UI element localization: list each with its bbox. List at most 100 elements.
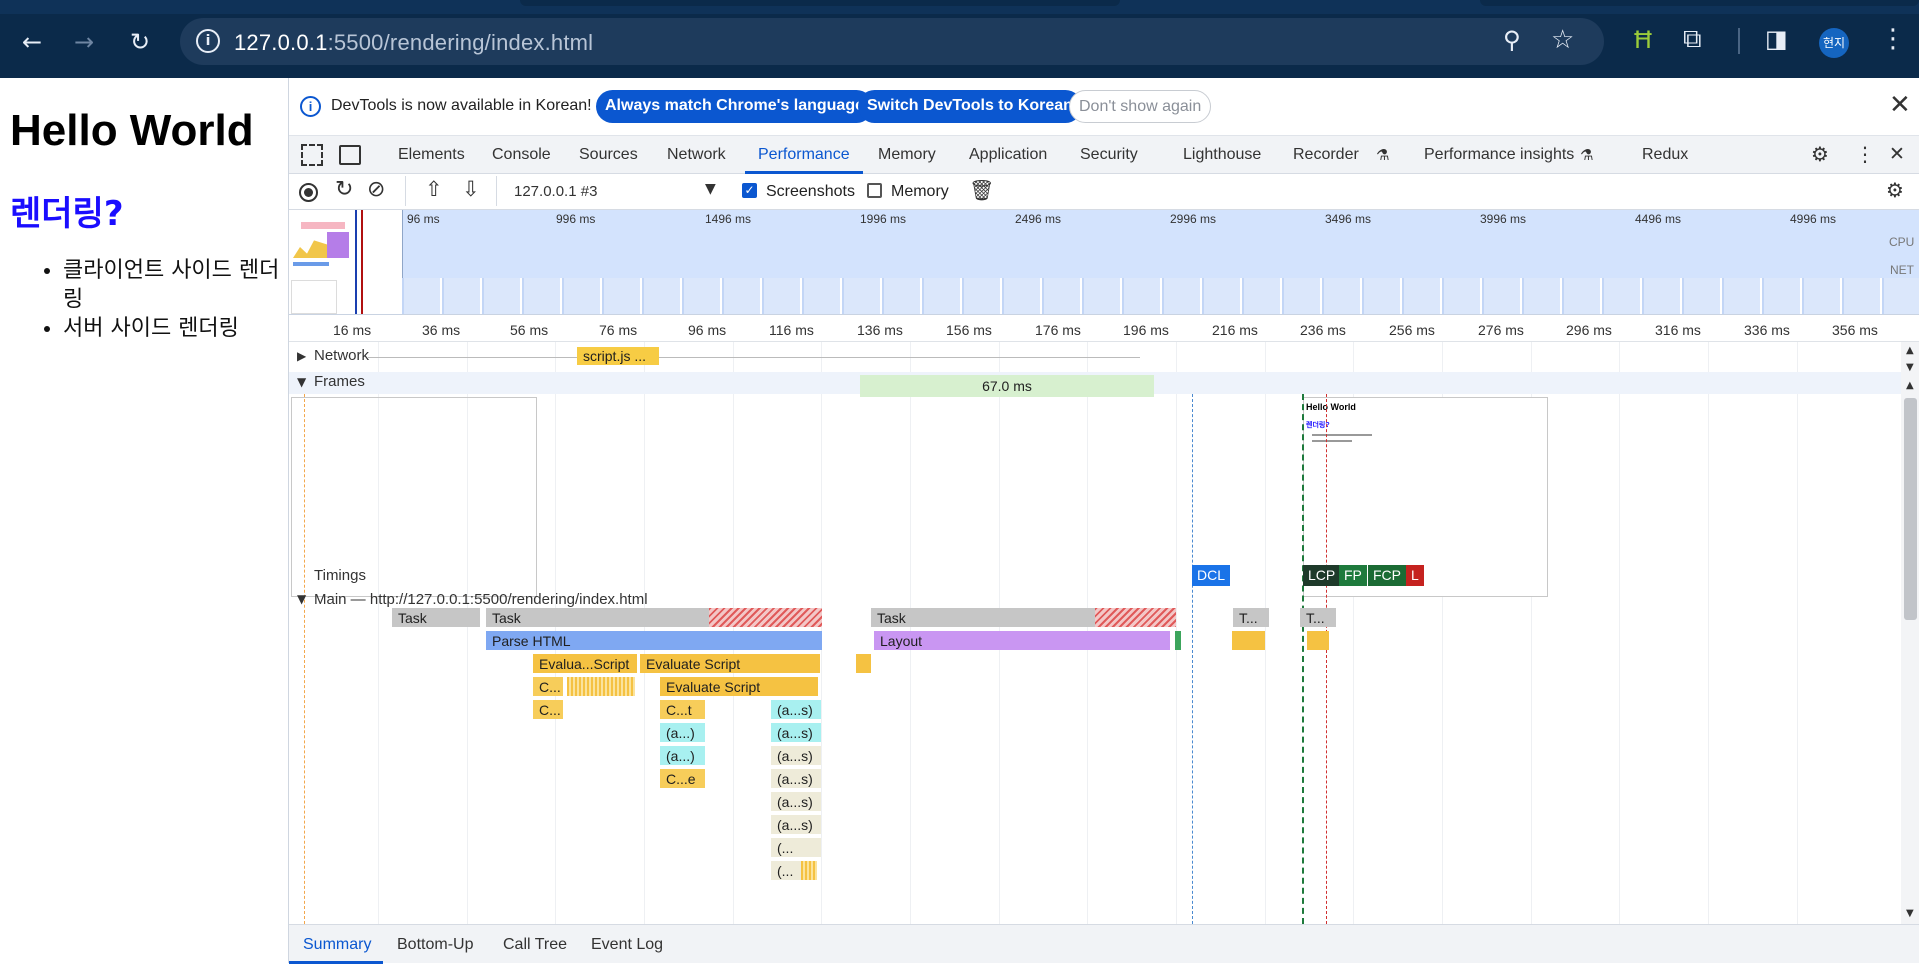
flame-anonymous[interactable]: (a...) [660, 723, 705, 742]
tab-lighthouse[interactable]: Lighthouse [1183, 146, 1261, 164]
flame-anonymous[interactable]: (a...s) [771, 792, 821, 811]
flame-script-small[interactable] [1232, 631, 1265, 650]
flame-anonymous[interactable]: (a...s) [771, 700, 821, 719]
memory-checkbox[interactable] [867, 183, 882, 198]
frames-collapse-icon[interactable]: ▼ [297, 375, 306, 389]
save-profile-icon[interactable]: ⇩ [462, 177, 480, 201]
recording-select[interactable]: 127.0.0.1 #3 [514, 183, 597, 200]
main-track-label[interactable]: Main — http://127.0.0.1:5500/rendering/i… [314, 591, 648, 608]
tab-summary[interactable]: Summary [303, 936, 371, 954]
side-panel-icon[interactable]: ◨ [1765, 25, 1788, 53]
record-icon[interactable] [299, 183, 318, 202]
scroll-up-icon[interactable]: ▲ [1906, 380, 1914, 391]
menu-kebab-icon[interactable]: ⋮ [1880, 24, 1906, 54]
tab-recorder[interactable]: Recorder [1293, 146, 1359, 164]
overview-tick: 4996 ms [1790, 212, 1837, 226]
flame-evaluate-script[interactable]: Evaluate Script [640, 654, 820, 673]
scroll-down-icon[interactable]: ▼ [1906, 362, 1914, 373]
flame-anonymous[interactable]: (a...s) [771, 769, 821, 788]
load-profile-icon[interactable]: ⇧ [425, 177, 443, 201]
extensions-puzzle-icon[interactable]: ⧉ [1683, 24, 1702, 55]
settings-gear-icon[interactable]: ⚙ [1811, 142, 1829, 166]
screenshots-checkbox[interactable]: ✓ [742, 183, 757, 198]
flame-anonymous[interactable]: (a...s) [771, 815, 821, 834]
tab-memory[interactable]: Memory [878, 146, 936, 164]
timeline-overview[interactable]: 96 ms 996 ms 1496 ms 1996 ms 2496 ms 299… [291, 210, 1919, 314]
flame-function-call[interactable]: C...e [660, 769, 705, 788]
tab-call-tree[interactable]: Call Tree [503, 936, 567, 954]
timing-fp[interactable]: FP [1339, 565, 1367, 586]
site-info-icon[interactable]: i [196, 29, 220, 53]
flame-function-call[interactable]: C... [533, 677, 563, 696]
scroll-up-icon[interactable]: ▲ [1906, 345, 1914, 356]
flame-task[interactable]: T... [1300, 608, 1336, 627]
chevron-down-icon[interactable]: ▼ [705, 181, 716, 197]
timing-load[interactable]: L [1406, 565, 1424, 586]
tab-performance-insights[interactable]: Performance insights [1424, 146, 1574, 164]
profile-avatar[interactable]: 현지 [1819, 28, 1849, 58]
tab-bottom-up[interactable]: Bottom-Up [397, 936, 473, 954]
timing-lcp[interactable]: LCP [1303, 565, 1341, 586]
capture-settings-gear-icon[interactable]: ⚙ [1886, 178, 1904, 202]
extension-ladder-icon[interactable]: Ħ [1632, 26, 1654, 54]
more-options-icon[interactable]: ⋮ [1855, 142, 1875, 166]
flame-script-small[interactable] [856, 654, 871, 673]
close-devtools-icon[interactable]: ✕ [1889, 143, 1905, 165]
flame-task[interactable]: Task [392, 608, 480, 627]
timing-dcl[interactable]: DCL [1192, 565, 1231, 586]
tab-application[interactable]: Application [969, 146, 1047, 164]
flame-evaluate-script[interactable]: Evaluate Script [660, 677, 818, 696]
close-infobar-icon[interactable]: ✕ [1889, 90, 1911, 120]
dont-show-again-button[interactable]: Don't show again [1069, 90, 1212, 123]
tab-elements[interactable]: Elements [398, 146, 465, 164]
url-text[interactable]: 127.0.0.1:5500/rendering/index.html [234, 30, 593, 56]
flame-anonymous[interactable]: (... [771, 861, 801, 880]
flame-anonymous[interactable]: (a...) [660, 746, 705, 765]
tab-console[interactable]: Console [492, 146, 551, 164]
flame-chart[interactable]: ▶ Network script.js ... ▼ Frames 67.0 ms… [289, 342, 1901, 924]
main-collapse-icon[interactable]: ▼ [297, 592, 306, 606]
flame-anonymous[interactable]: (a...s) [771, 746, 821, 765]
network-request-script[interactable]: script.js ... [577, 347, 659, 365]
frames-track-label[interactable]: Frames [314, 373, 365, 390]
back-arrow-icon[interactable]: ← [16, 26, 48, 58]
inspect-element-icon[interactable] [301, 144, 323, 166]
scroll-down-icon[interactable]: ▼ [1906, 908, 1914, 919]
cpu-label: CPU [1889, 235, 1915, 249]
switch-korean-button[interactable]: Switch DevTools to Korean [858, 90, 1082, 123]
flame-parse-html[interactable]: Parse HTML [486, 631, 822, 650]
zoom-icon[interactable]: ⚲ [1503, 26, 1521, 54]
flame-script-small[interactable] [1307, 631, 1329, 650]
address-bar[interactable]: i 127.0.0.1:5500/rendering/index.html ⚲ … [180, 18, 1604, 65]
flame-paint[interactable] [1175, 631, 1181, 650]
tab-network[interactable]: Network [667, 146, 726, 164]
flame-layout[interactable]: Layout [874, 631, 1170, 650]
tab-event-log[interactable]: Event Log [591, 936, 663, 954]
flame-function-call[interactable]: C...t [660, 700, 705, 719]
flame-evaluate-script[interactable]: Evalua...Script [533, 654, 637, 673]
network-expand-icon[interactable]: ▶ [297, 349, 306, 363]
scroll-thumb[interactable] [1904, 398, 1917, 620]
overview-selection-window[interactable] [291, 210, 402, 314]
reload-icon[interactable]: ↻ [124, 26, 156, 58]
tab-performance[interactable]: Performance [758, 146, 850, 164]
tab-redux[interactable]: Redux [1642, 146, 1688, 164]
flame-task[interactable]: T... [1233, 608, 1269, 627]
flame-scrollbar[interactable]: ▲ ▼ ▲ ▼ [1901, 342, 1919, 924]
match-language-button[interactable]: Always match Chrome's language [596, 90, 873, 123]
reload-record-icon[interactable]: ↻ [335, 177, 353, 202]
device-toolbar-icon[interactable] [339, 145, 361, 165]
trash-icon[interactable]: 🗑 [969, 178, 994, 202]
clear-icon[interactable]: ⊘ [367, 177, 385, 202]
timing-fcp[interactable]: FCP [1368, 565, 1406, 586]
forward-arrow-icon[interactable]: → [68, 26, 100, 58]
bookmark-star-icon[interactable]: ☆ [1551, 25, 1574, 55]
flame-function-call[interactable]: C... [533, 700, 563, 719]
frame-duration-bar[interactable]: 67.0 ms [860, 375, 1154, 397]
network-track-label[interactable]: Network [314, 347, 369, 364]
flame-anonymous[interactable]: (a...s) [771, 723, 821, 742]
tab-security[interactable]: Security [1080, 146, 1138, 164]
flame-anonymous[interactable]: (... [771, 838, 821, 857]
timings-track-label[interactable]: Timings [314, 567, 366, 584]
tab-sources[interactable]: Sources [579, 146, 638, 164]
